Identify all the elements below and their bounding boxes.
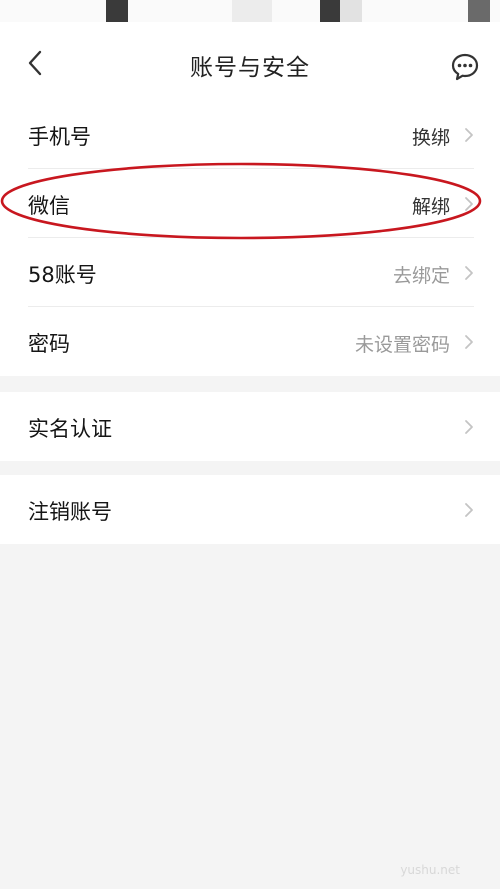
password-label: 密码	[28, 332, 70, 356]
watermark: yushu.net	[400, 863, 460, 877]
back-button[interactable]	[18, 46, 52, 80]
password-status[interactable]: 未设置密码	[355, 330, 450, 357]
real-name-label: 实名认证	[28, 417, 112, 441]
message-button[interactable]	[448, 50, 482, 84]
account-binding-group: 手机号 换绑 微信 解绑 58账号 去绑定 密码 未设置密码	[0, 100, 500, 376]
chevron-right-icon	[465, 197, 473, 211]
chevron-right-icon	[465, 128, 473, 142]
status-bar-block	[340, 0, 362, 22]
status-bar-block	[468, 0, 490, 22]
58-account-label: 58账号	[28, 263, 97, 287]
setting-row-cancel-account[interactable]: 注销账号	[0, 475, 500, 544]
setting-row-wechat[interactable]: 微信 解绑	[0, 169, 500, 238]
58-account-bind-action[interactable]: 去绑定	[393, 261, 450, 288]
cancel-account-group: 注销账号	[0, 475, 500, 544]
chat-bubble-icon	[451, 53, 479, 81]
cancel-account-label: 注销账号	[28, 500, 112, 524]
chevron-right-icon	[465, 503, 473, 517]
status-bar-block	[232, 0, 272, 22]
setting-row-password[interactable]: 密码 未设置密码	[0, 307, 500, 376]
chevron-right-icon	[465, 266, 473, 280]
setting-row-phone[interactable]: 手机号 换绑	[0, 100, 500, 169]
setting-row-58-account[interactable]: 58账号 去绑定	[0, 238, 500, 307]
nav-bar: 账号与安全	[0, 22, 500, 100]
setting-row-real-name[interactable]: 实名认证	[0, 392, 500, 461]
verification-group: 实名认证	[0, 392, 500, 461]
chevron-right-icon	[465, 335, 473, 349]
wechat-unbind-action[interactable]: 解绑	[412, 192, 450, 219]
chevron-right-icon	[465, 420, 473, 434]
status-bar-block	[106, 0, 128, 22]
page-title: 账号与安全	[190, 55, 310, 81]
chevron-left-icon	[28, 50, 42, 76]
phone-rebind-action[interactable]: 换绑	[412, 123, 450, 150]
phone-label: 手机号	[28, 125, 91, 149]
status-bar-block	[320, 0, 340, 22]
wechat-label: 微信	[28, 194, 70, 218]
status-bar	[0, 0, 500, 22]
